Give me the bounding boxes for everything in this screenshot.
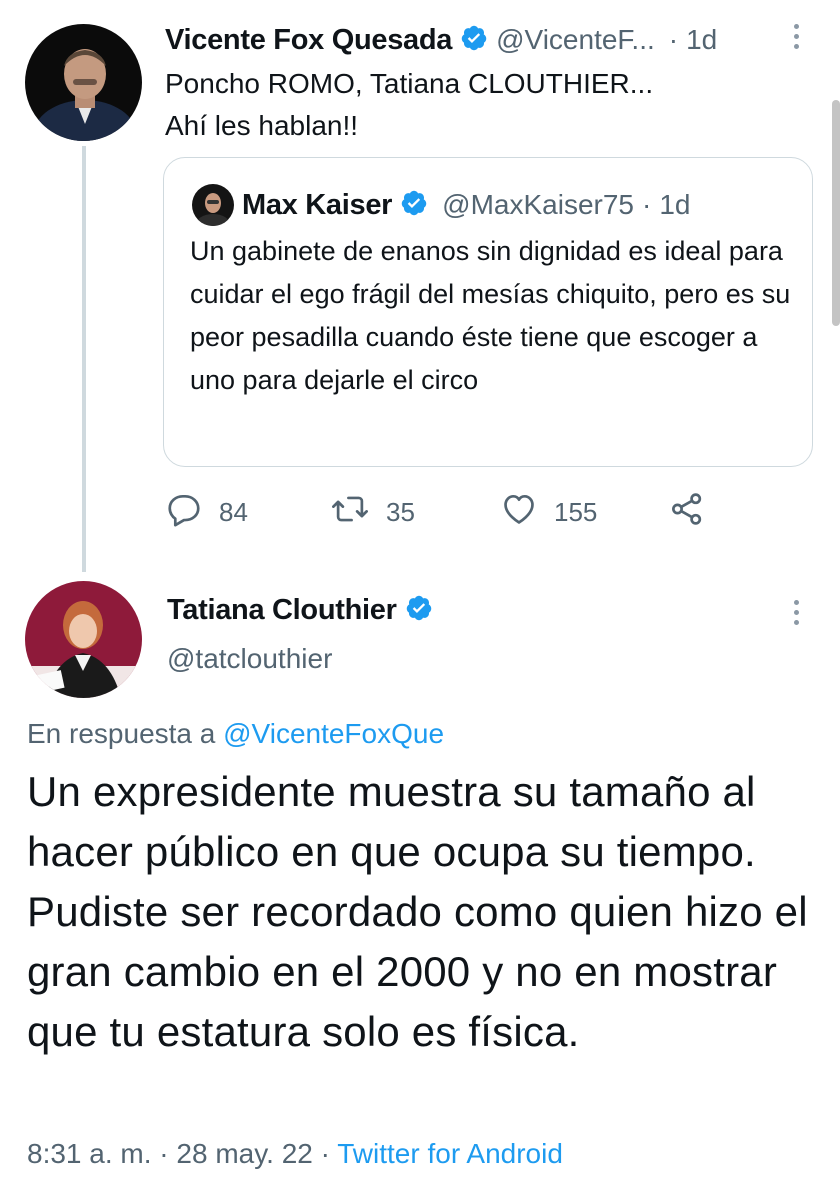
verified-badge-icon xyxy=(400,189,428,222)
tweet2-header: Tatiana Clouthier xyxy=(167,594,433,627)
author-handle[interactable]: @VicenteF... xyxy=(496,24,655,56)
avatar-tatiana-clouthier[interactable] xyxy=(25,581,142,698)
quoted-author-name: Max Kaiser xyxy=(242,188,393,221)
separator: · xyxy=(320,1138,330,1169)
scrollbar[interactable] xyxy=(832,100,840,326)
action-bar: 84 35 155 xyxy=(165,490,725,534)
quoted-text: Un gabinete de enanos sin dignidad es id… xyxy=(190,236,791,395)
separator: · xyxy=(668,24,679,55)
tweet-text: Poncho ROMO, Tatiana CLOUTHIER... Ahí le… xyxy=(165,68,654,141)
tweet-time[interactable]: 1d xyxy=(686,24,717,56)
author-name[interactable]: Tatiana Clouthier xyxy=(167,594,397,627)
separator: · xyxy=(159,1138,169,1169)
tweet-date[interactable]: 28 may. 22 xyxy=(176,1138,312,1169)
share-icon xyxy=(668,490,706,535)
tweet-text: Un expresidente muestra su tamaño al hac… xyxy=(27,768,808,1055)
reply-target-link[interactable]: @VicenteFoxQue xyxy=(223,718,444,749)
quoted-header: Max Kaiser @MaxKaiser75 · 1d xyxy=(192,184,690,226)
quoted-tweet[interactable]: Max Kaiser @MaxKaiser75 · 1d Un gabinete… xyxy=(163,157,813,467)
quoted-handle: @MaxKaiser75 xyxy=(442,189,634,220)
reply-button[interactable]: 84 xyxy=(165,490,248,535)
more-icon[interactable] xyxy=(793,600,803,626)
tweet1-header: Vicente Fox Quesada @VicenteF... · 1d xyxy=(165,20,717,60)
reply-context: En respuesta a @VicenteFoxQue xyxy=(27,718,444,750)
avatar-max-kaiser xyxy=(192,184,234,226)
tweet-source-link[interactable]: Twitter for Android xyxy=(337,1138,563,1169)
retweet-count: 35 xyxy=(386,497,415,527)
verified-badge-icon xyxy=(460,24,488,57)
like-button[interactable]: 155 xyxy=(500,490,597,535)
quoted-time: 1d xyxy=(659,189,691,220)
like-count: 155 xyxy=(554,497,598,527)
tweet-meta: 8:31 a. m. · 28 may. 22 · Twitter for An… xyxy=(27,1138,563,1170)
reply-icon xyxy=(165,490,203,535)
heart-icon xyxy=(500,490,538,535)
reply-count: 84 xyxy=(219,497,248,527)
author-name[interactable]: Vicente Fox Quesada xyxy=(165,24,452,57)
author-handle[interactable]: @tatclouthier xyxy=(167,643,332,675)
tweet-time[interactable]: 8:31 a. m. xyxy=(27,1138,152,1169)
retweet-button[interactable]: 35 xyxy=(330,490,415,535)
verified-badge-icon xyxy=(405,594,433,627)
retweet-icon xyxy=(330,490,370,535)
more-icon[interactable] xyxy=(793,24,803,50)
share-button[interactable] xyxy=(668,490,706,535)
thread-line xyxy=(82,146,86,572)
separator: · xyxy=(642,189,652,220)
avatar-vicente-fox[interactable] xyxy=(25,24,142,141)
reply-prefix: En respuesta a xyxy=(27,718,224,749)
